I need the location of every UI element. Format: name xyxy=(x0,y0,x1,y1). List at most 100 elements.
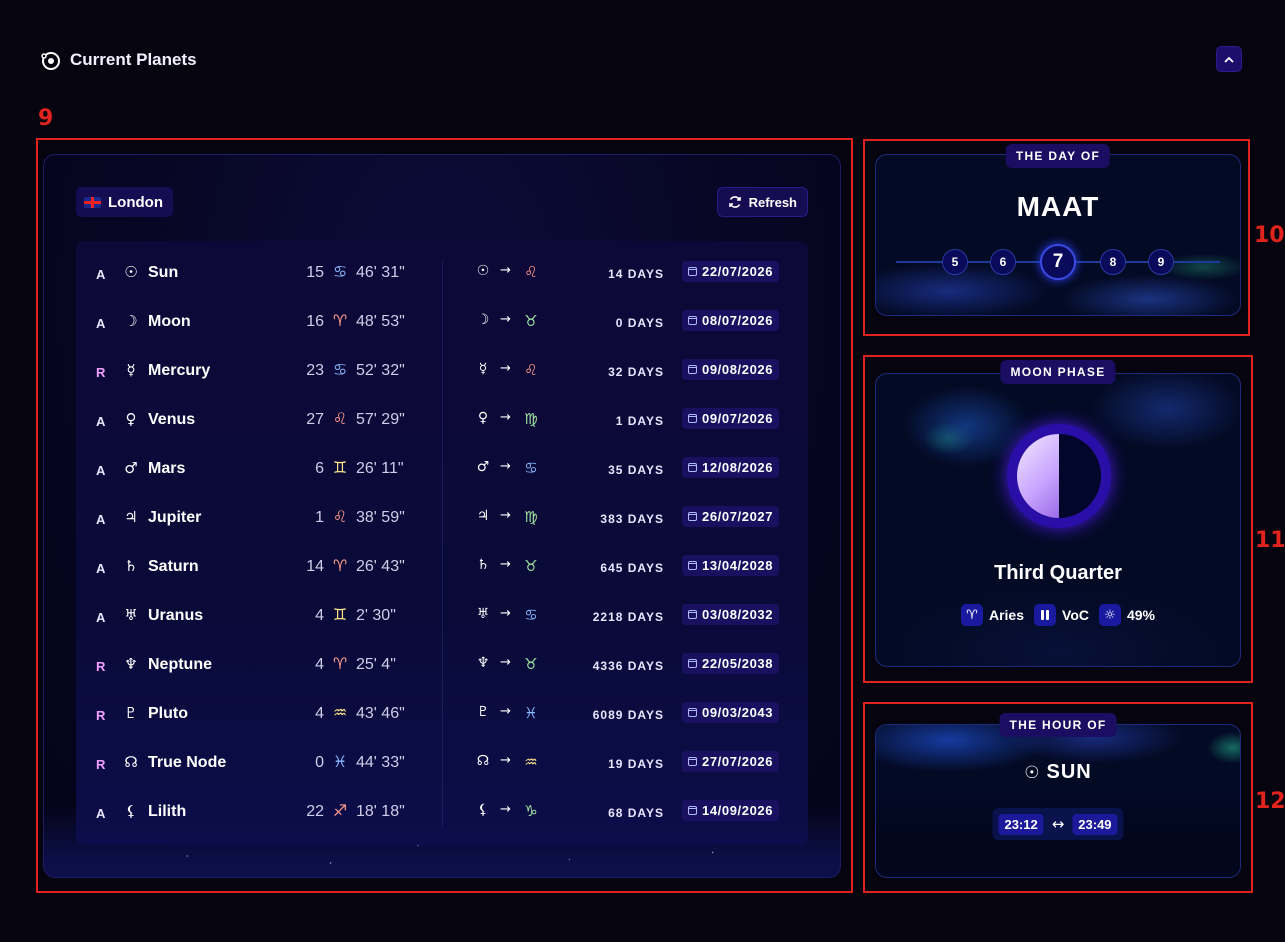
motion-indicator: R xyxy=(96,659,106,674)
planet-row[interactable]: A ♅ Uranus 4 ♊ 2' 30" ♅ → ♋ 2218 DAYS 03/08/2032 xyxy=(76,592,808,641)
next-sign-icon: ♍ xyxy=(524,410,538,428)
ingress-date[interactable]: 09/03/2043 xyxy=(682,702,780,723)
moon-card: Third Quarter ♈ Aries VoC ☼ 49% xyxy=(875,373,1241,667)
motion-indicator: R xyxy=(96,708,106,723)
ingress-date[interactable]: 03/08/2032 xyxy=(682,604,780,625)
planet-minutes: 52' 32" xyxy=(356,362,405,379)
calendar-icon xyxy=(688,610,697,619)
ingress-date[interactable]: 14/09/2026 xyxy=(682,800,780,821)
planet-minutes: 26' 43" xyxy=(356,558,405,575)
days-remaining: 14 DAYS xyxy=(608,267,664,281)
planet-row[interactable]: R ♇ Pluto 4 ♒ 43' 46" ♇ → ♓ 6089 DAYS 09/03/2043 xyxy=(76,690,808,739)
planet-row[interactable]: R ♆ Neptune 4 ♈ 25' 4" ♆ → ♉ 4336 DAYS 22/05/2038 xyxy=(76,641,808,690)
planet-row[interactable]: A ⚸ Lilith 22 ♐ 18' 18" ⚸ → ♑ 68 DAYS 14/09/2026 xyxy=(76,788,808,837)
planet-row[interactable]: A ♀ Venus 27 ♌ 57' 29" ♀ → ♍ 1 DAYS 09/07/2026 xyxy=(76,396,808,445)
planet-glyph-icon: ☉ xyxy=(124,263,138,281)
ingress-date[interactable]: 22/05/2038 xyxy=(682,653,780,674)
planet-name: Venus xyxy=(148,411,196,428)
arrow-right-icon: → xyxy=(500,557,511,572)
illumination-badge: ☼ 49% xyxy=(1098,604,1155,626)
location-selector[interactable]: London xyxy=(76,187,173,217)
planet-minutes: 57' 29" xyxy=(356,411,405,428)
hour-planet: ☉ SUN xyxy=(876,761,1240,784)
ingress-date[interactable]: 27/07/2026 xyxy=(682,751,780,772)
planet-degree: 6 xyxy=(315,460,324,477)
hour-card: ☉ SUN 23:12 ↔ 23:49 xyxy=(875,724,1241,878)
hour-card-label: THE HOUR OF xyxy=(999,713,1117,737)
aries-icon: ♈ xyxy=(960,604,983,626)
ingress-date[interactable]: 22/07/2026 xyxy=(682,261,780,282)
planet-name: Saturn xyxy=(148,558,199,575)
refresh-button[interactable]: Refresh xyxy=(716,187,808,217)
planet-name: Mercury xyxy=(148,362,211,379)
transit-planet-icon: ☿ xyxy=(478,361,488,377)
next-sign-icon: ♋ xyxy=(524,459,538,477)
planet-row[interactable]: R ☊ True Node 0 ♓ 44' 33" ☊ → ♒ 19 DAYS 27/07/2026 xyxy=(76,739,808,788)
ingress-date-label: 03/08/2032 xyxy=(702,607,774,622)
days-remaining: 19 DAYS xyxy=(608,757,664,771)
next-sign-icon: ♌ xyxy=(524,361,538,379)
planet-degree: 22 xyxy=(306,803,324,820)
next-sign-icon: ♉ xyxy=(524,557,538,575)
planet-minutes: 2' 30" xyxy=(356,607,396,624)
annotation-label-9: 9 xyxy=(38,106,54,131)
calendar-icon xyxy=(688,463,697,472)
moon-sign-label: Aries xyxy=(988,607,1025,623)
sun-icon: ☉ xyxy=(1024,763,1041,783)
ingress-date[interactable]: 09/07/2026 xyxy=(682,408,780,429)
planets-table: A ☉ Sun 15 ♋ 46' 31" ☉ → ♌ 14 DAYS 22/07/2026 A ☽ Moo… xyxy=(76,241,808,845)
uk-flag-icon xyxy=(84,196,101,208)
moon-badges: ♈ Aries VoC ☼ 49% xyxy=(876,604,1240,626)
motion-indicator: R xyxy=(96,365,106,380)
calendar-icon xyxy=(688,267,697,276)
motion-indicator: A xyxy=(96,512,106,527)
planet-row[interactable]: A ♂ Mars 6 ♊ 26' 11" ♂ → ♋ 35 DAYS 12/08/2026 xyxy=(76,445,808,494)
ingress-date[interactable]: 12/08/2026 xyxy=(682,457,780,478)
transit-planet-icon: ☽ xyxy=(476,312,490,328)
planet-row[interactable]: A ♄ Saturn 14 ♈ 26' 43" ♄ → ♉ 645 DAYS 13/04/2028 xyxy=(76,543,808,592)
planet-glyph-icon: ☽ xyxy=(124,312,138,330)
days-remaining: 32 DAYS xyxy=(608,365,664,379)
section-title: Current Planets xyxy=(70,50,197,69)
days-remaining: 4336 DAYS xyxy=(592,659,664,673)
planet-name: Uranus xyxy=(148,607,204,624)
day-card: MAAT 5 6 7 8 9 xyxy=(875,154,1241,316)
planet-row[interactable]: A ☉ Sun 15 ♋ 46' 31" ☉ → ♌ 14 DAYS 22/07/2026 xyxy=(76,249,808,298)
planet-orbit-icon xyxy=(41,52,60,70)
ingress-date[interactable]: 13/04/2028 xyxy=(682,555,780,576)
arrow-right-icon: → xyxy=(500,704,511,719)
day-dot[interactable]: 9 xyxy=(1148,249,1174,275)
days-remaining: 0 DAYS xyxy=(615,316,664,330)
ingress-date-label: 26/07/2027 xyxy=(702,509,774,524)
day-dot-active[interactable]: 7 xyxy=(1040,244,1076,280)
zodiac-sign-icon: ♓ xyxy=(332,752,348,771)
planet-name: Neptune xyxy=(148,656,212,673)
zodiac-sign-icon: ♐ xyxy=(332,801,348,820)
day-dot[interactable]: 8 xyxy=(1100,249,1126,275)
day-dot[interactable]: 5 xyxy=(942,249,968,275)
ingress-date[interactable]: 09/08/2026 xyxy=(682,359,780,380)
motion-indicator: A xyxy=(96,414,106,429)
ingress-date-label: 09/07/2026 xyxy=(702,411,774,426)
planet-row[interactable]: R ☿ Mercury 23 ♋ 52' 32" ☿ → ♌ 32 DAYS 09/08/2026 xyxy=(76,347,808,396)
ingress-date-label: 13/04/2028 xyxy=(702,558,774,573)
planet-glyph-icon: ☊ xyxy=(124,753,138,771)
ingress-date[interactable]: 26/07/2027 xyxy=(682,506,780,527)
motion-indicator: A xyxy=(96,463,106,478)
sun-brightness-icon: ☼ xyxy=(1098,604,1121,626)
planet-row[interactable]: A ☽ Moon 16 ♈ 48' 53" ☽ → ♉ 0 DAYS 08/07/2026 xyxy=(76,298,808,347)
day-dot[interactable]: 6 xyxy=(990,249,1016,275)
planet-row[interactable]: A ♃ Jupiter 1 ♌ 38' 59" ♃ → ♍ 383 DAYS 26/07/2027 xyxy=(76,494,808,543)
ingress-date[interactable]: 08/07/2026 xyxy=(682,310,780,331)
planet-name: Sun xyxy=(148,264,179,281)
chevron-up-icon xyxy=(1224,56,1234,63)
collapse-button[interactable] xyxy=(1216,46,1242,72)
section-header: Current Planets xyxy=(40,46,1245,76)
planet-degree: 4 xyxy=(315,607,324,624)
planet-glyph-icon: ♄ xyxy=(124,557,138,575)
next-sign-icon: ♌ xyxy=(524,263,538,281)
planet-glyph-icon: ♇ xyxy=(124,704,138,722)
zodiac-sign-icon: ♒ xyxy=(332,703,348,722)
next-sign-icon: ♑ xyxy=(524,802,538,820)
refresh-icon xyxy=(728,196,741,208)
